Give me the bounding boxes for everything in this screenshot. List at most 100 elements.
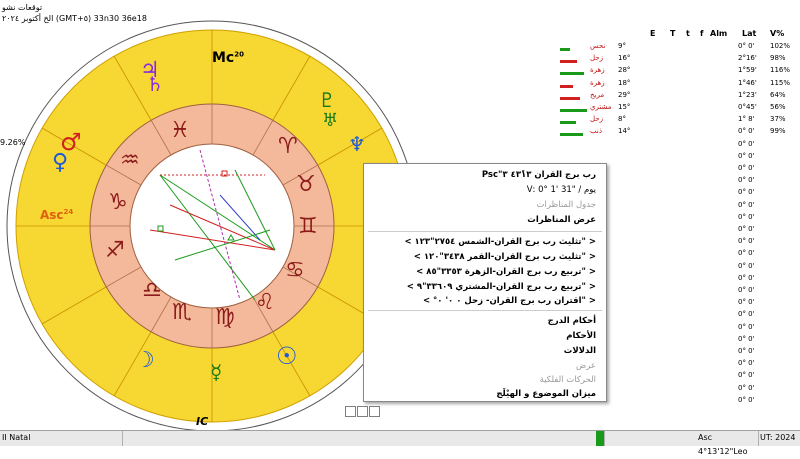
table-row[interactable]: نحس 9° 0° 0' 102% [560, 42, 800, 54]
status-bar: II Natal Asc 4°13'12"Leo UT: 2024 [0, 430, 800, 456]
row-latitude: 0° 0' [738, 237, 755, 246]
table-row[interactable]: زهرة 28° 1°59' 116% [560, 66, 800, 78]
table-row[interactable]: زهرة 18° 1°46' 115% [560, 79, 800, 91]
col-header-e: E [650, 29, 656, 38]
row-position: 14° [618, 127, 631, 136]
zodiac-glyph-sagittarius: ♐ [105, 238, 125, 263]
zodiac-glyph-scorpio: ♏ [172, 300, 192, 325]
row-latitude: 0° 0' [738, 212, 755, 221]
moon-icon[interactable]: ☽ [135, 348, 155, 373]
asc-degree: 24 [63, 208, 74, 216]
menu-item-psc[interactable]: رب برج القران ٤٣ً١٣ ٣"Psc [372, 168, 596, 182]
saturn-icon[interactable]: ♄ [146, 72, 164, 96]
menu-item-balance[interactable]: ميزان الموضوع و الهيْلَج [372, 387, 596, 401]
uranus-icon[interactable]: ♅ [322, 110, 338, 131]
row-latitude: 0° 0' [738, 200, 755, 209]
row-latitude: 0° 0' [738, 310, 755, 319]
row-latitude: 2°16' [738, 54, 757, 63]
col-header-lat: Lat [742, 29, 757, 38]
row-latitude: 0°45' [738, 103, 757, 111]
menu-item-square-jupiter[interactable]: < "تربيع رب برج القران-المشتري ٣٣٦٠٩"٩ > [372, 280, 596, 294]
strength-bar [560, 72, 584, 76]
col-header-alm: Alm [710, 29, 728, 38]
row-position: 15° [618, 103, 631, 111]
col-header-t: t [686, 29, 690, 38]
row-latitude: 0° 0' [738, 286, 755, 294]
row-planet: زهرة [590, 66, 605, 75]
menu-separator [368, 310, 602, 311]
checkbox-2[interactable] [357, 406, 368, 417]
mc-degree: 20 [234, 50, 244, 59]
status-natal-tab[interactable]: II Natal [0, 431, 123, 446]
table-row[interactable]: 0° 0' [560, 152, 800, 164]
zodiac-glyph-taurus: ♉ [296, 172, 316, 197]
strength-bar [560, 109, 587, 112]
horoscope-wheel[interactable]: ♈ ♉ ♊ ♋ ♌ ♍ ♎ ♏ ♐ ♑ ♒ ♓ Mc20 Asc24 IC 9.… [0, 0, 420, 432]
col-header-T: T [670, 29, 676, 38]
row-planet: زهرة [590, 78, 605, 87]
menu-item-aspects-table[interactable]: جدول المناظرات [372, 198, 596, 212]
menu-item-day[interactable]: يوم / "31 '1 °0 :V [372, 183, 596, 197]
menu-item-square-venus[interactable]: < "تربيع رب برج القران-الزهرة ٣٣٥٣"٨٥ > [372, 265, 596, 279]
checkbox-1[interactable] [345, 406, 356, 417]
row-latitude: 1°23' [738, 90, 757, 99]
menu-item-show-aspects[interactable]: عرض المناظرات [372, 213, 596, 227]
row-latitude: 0° 0' [738, 359, 755, 368]
asc-text: Asc [40, 208, 64, 222]
zodiac-glyph-aquarius: ♒ [120, 148, 140, 173]
table-row[interactable]: مريخ 29° 1°23' 64% [560, 91, 800, 103]
strength-bar [560, 133, 583, 137]
row-latitude: 0° 0' [738, 42, 755, 50]
table-row[interactable]: ذنب 14° 0° 0' 99% [560, 127, 800, 139]
row-value: 64% [770, 90, 786, 99]
left-percent-label: 9.26% [0, 138, 26, 147]
table-row[interactable]: 0° 0' [560, 140, 800, 152]
row-latitude: 0° 0' [738, 395, 755, 404]
status-asc: Asc 4°13'12"Leo [696, 431, 759, 456]
table-row[interactable]: مشتري 15° 0°45' 56% [560, 103, 800, 115]
checkbox-3[interactable] [369, 406, 380, 417]
table-row[interactable]: زحل 8° 1° 8' 37% [560, 115, 800, 127]
row-value: 98% [770, 54, 786, 63]
zodiac-glyph-aries: ♈ [278, 134, 298, 159]
zodiac-glyph-cancer: ♋ [285, 258, 305, 283]
row-latitude: 0° 0' [738, 273, 755, 282]
row-latitude: 0° 0' [738, 127, 755, 136]
row-planet: ذنب [590, 127, 602, 136]
mercury-icon[interactable]: ☿ [210, 360, 222, 384]
neptune-icon[interactable]: ♆ [348, 132, 366, 156]
menu-item-signs[interactable]: الدلالات [372, 344, 596, 358]
row-position: 28° [618, 66, 631, 75]
row-latitude: 1°46' [738, 78, 757, 87]
strength-bar [560, 96, 580, 100]
row-planet: مشتري [590, 103, 612, 111]
table-row[interactable]: زحل 16° 2°16' 98% [560, 54, 800, 66]
menu-item-conj-saturn[interactable]: < "اقتران رب برج القران- زحل ٠ ٠' ٠° > [372, 294, 596, 308]
zodiac-glyph-libra: ♎ [142, 278, 162, 303]
menu-item-motions[interactable]: الحركات الفلكية [372, 373, 596, 387]
row-latitude: 0° 0' [738, 249, 755, 258]
menu-item-display[interactable]: عرض [372, 359, 596, 373]
row-latitude: 0° 0' [738, 139, 755, 148]
menu-item-judgments[interactable]: الأحكام [372, 329, 596, 343]
row-latitude: 0° 0' [738, 151, 755, 160]
strength-bar [560, 84, 573, 88]
status-indicator [596, 431, 605, 446]
row-latitude: 0° 0' [738, 347, 755, 355]
row-latitude: 0° 0' [738, 298, 755, 307]
row-latitude: 0° 0' [738, 225, 755, 233]
mc-label: Mc20 [212, 50, 244, 66]
pluto-icon[interactable]: ♇ [318, 88, 336, 112]
row-position: 18° [618, 78, 631, 87]
menu-item-rulings[interactable]: أحكام الدرج [372, 314, 596, 328]
row-latitude: 0° 0' [738, 322, 755, 331]
menu-item-trine-sun[interactable]: < "تثليث رب برج القران-الشمس ٢٧٥٤"١٢٣ > [372, 235, 596, 249]
sun-icon[interactable]: ☉ [276, 342, 298, 370]
venus-icon[interactable]: ♀ [52, 150, 68, 175]
row-latitude: 1° 8' [738, 115, 755, 124]
col-header-f: f [700, 29, 704, 38]
row-value: 99% [770, 127, 786, 136]
context-menu: رب برج القران ٤٣ً١٣ ٣"Psc يوم / "31 '1 °… [363, 163, 607, 402]
menu-item-trine-moon[interactable]: < "تثليث رب برج القران-القمر ٣٤٣٨"١٢٠ > [372, 250, 596, 264]
zodiac-glyph-virgo: ♍ [215, 305, 235, 330]
